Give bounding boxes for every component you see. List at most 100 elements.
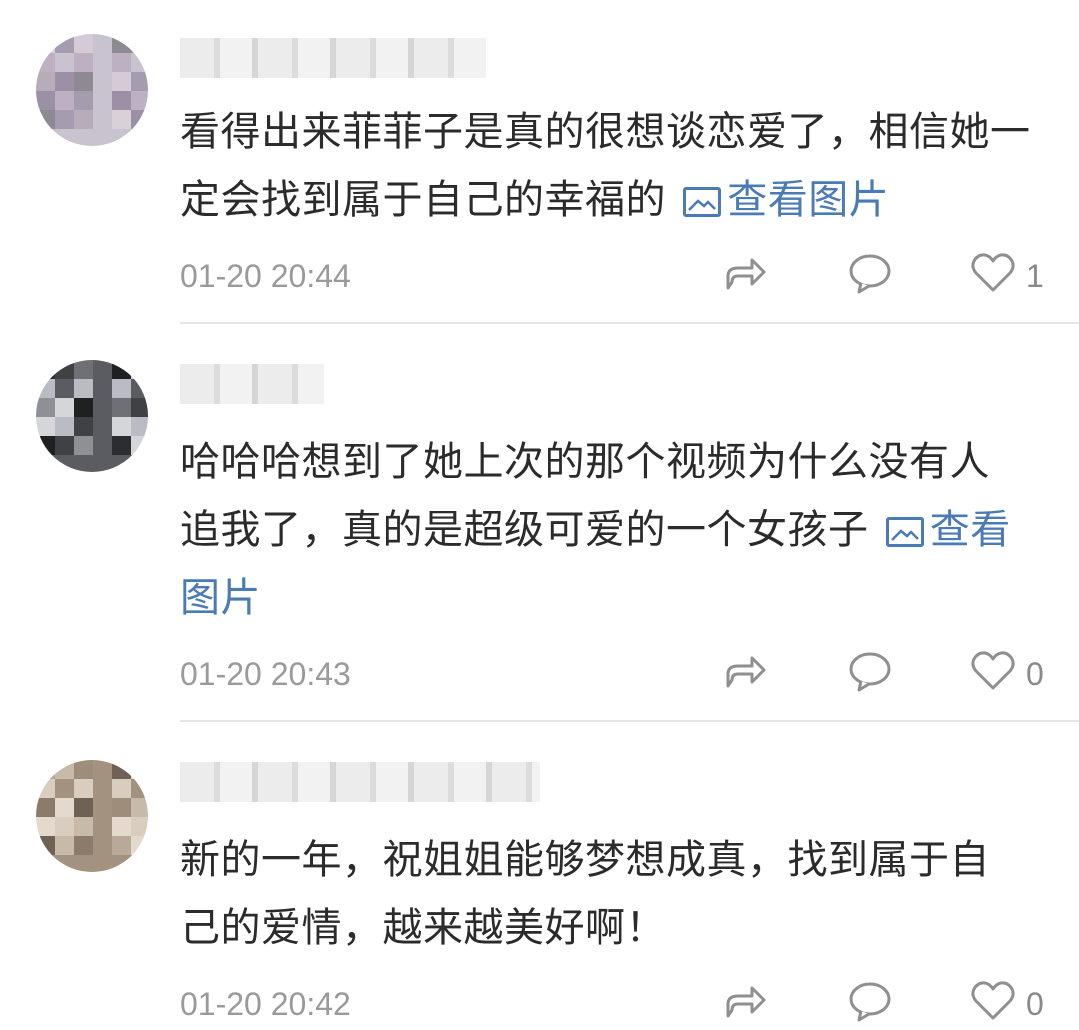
username-blurred[interactable]	[180, 38, 486, 78]
avatar-pixel	[131, 398, 148, 417]
avatar-pixel	[131, 779, 148, 798]
avatar-pixel	[131, 91, 148, 110]
avatar-pixel	[74, 360, 93, 379]
avatar-pixel	[36, 360, 55, 379]
like-count: 0	[1026, 656, 1044, 692]
avatar-pixel	[55, 779, 74, 798]
avatar-pixel	[112, 836, 131, 855]
share-icon[interactable]	[722, 978, 768, 1028]
comment-text: 哈哈哈想到了她上次的那个视频为什么没有人追我了，真的是超级可爱的一个女孩子 查看…	[180, 428, 1020, 632]
share-icon[interactable]	[722, 648, 768, 698]
avatar-pixel	[93, 817, 112, 836]
view-image-label: 查看图片	[727, 177, 890, 223]
avatar-pixel	[131, 760, 148, 779]
avatar-pixel	[36, 798, 55, 817]
avatar-pixel	[74, 855, 93, 872]
like-icon[interactable]	[970, 250, 1016, 300]
avatar-pixel	[93, 72, 112, 91]
avatar-pixel	[131, 129, 148, 146]
avatar-pixel	[93, 129, 112, 146]
avatar-pixel	[55, 417, 74, 436]
avatar[interactable]	[36, 360, 148, 472]
username-blurred[interactable]	[180, 762, 540, 802]
avatar-pixel	[55, 72, 74, 91]
avatar-pixel	[36, 760, 55, 779]
avatar-pixel	[131, 379, 148, 398]
avatar-pixel	[74, 110, 93, 129]
avatar-pixel	[36, 379, 55, 398]
avatar-pixel	[74, 817, 93, 836]
reply-icon[interactable]	[847, 978, 893, 1028]
avatar-pixel	[112, 855, 131, 872]
view-image-link[interactable]: 查看图片	[679, 177, 889, 223]
avatar-pixel	[112, 817, 131, 836]
avatar-pixel	[112, 398, 131, 417]
comment-text: 看得出来菲菲子是真的很想谈恋爱了，相信她一定会找到属于自己的幸福的 查看图片	[180, 98, 1040, 234]
like-icon[interactable]	[970, 648, 1016, 698]
avatar[interactable]	[36, 760, 148, 872]
avatar-pixel	[55, 398, 74, 417]
avatar-pixel	[131, 417, 148, 436]
comment-body: 哈哈哈想到了她上次的那个视频为什么没有人追我了，真的是超级可爱的一个女孩子	[180, 439, 990, 553]
avatar-pixel	[36, 417, 55, 436]
comment-meta: 01-20 20:43 0	[0, 648, 1079, 698]
avatar-pixel	[55, 760, 74, 779]
avatar-pixel	[74, 72, 93, 91]
avatar-pixel	[36, 91, 55, 110]
image-icon	[885, 517, 924, 547]
avatar-pixel	[74, 91, 93, 110]
avatar-pixel	[112, 379, 131, 398]
avatar-pixel	[74, 455, 93, 472]
avatar-pixel	[74, 398, 93, 417]
avatar-pixel	[93, 91, 112, 110]
comment-time: 01-20 20:43	[180, 656, 351, 692]
reply-icon[interactable]	[847, 250, 893, 300]
avatar-pixel	[93, 779, 112, 798]
avatar-pixel	[36, 110, 55, 129]
avatar-pixel	[55, 379, 74, 398]
comment-time: 01-20 20:44	[180, 258, 351, 294]
avatar[interactable]	[36, 34, 148, 146]
avatar-pixel	[74, 417, 93, 436]
avatar-pixel	[55, 91, 74, 110]
divider	[180, 720, 1079, 722]
avatar-pixel	[55, 436, 74, 455]
share-icon[interactable]	[722, 250, 768, 300]
avatar-pixel	[93, 436, 112, 455]
avatar-pixel	[93, 855, 112, 872]
image-icon	[683, 187, 722, 217]
avatar-pixel	[36, 455, 55, 472]
avatar-pixel	[74, 798, 93, 817]
avatar-pixel	[74, 779, 93, 798]
reply-icon[interactable]	[847, 648, 893, 698]
avatar-pixel	[131, 798, 148, 817]
avatar-pixel	[112, 798, 131, 817]
divider	[180, 322, 1079, 324]
avatar-pixel	[74, 34, 93, 53]
avatar-pixel	[55, 34, 74, 53]
avatar-pixel	[55, 53, 74, 72]
username-blurred[interactable]	[180, 364, 324, 404]
avatar-pixel	[55, 817, 74, 836]
avatar-pixel	[36, 779, 55, 798]
avatar-pixel	[112, 91, 131, 110]
avatar-pixel	[93, 836, 112, 855]
like-icon[interactable]	[970, 978, 1016, 1028]
avatar-pixel	[55, 455, 74, 472]
avatar-pixel	[55, 360, 74, 379]
comment-meta: 01-20 20:42 0	[0, 978, 1079, 1028]
avatar-pixel	[131, 436, 148, 455]
avatar-pixel	[112, 129, 131, 146]
comment-time: 01-20 20:42	[180, 986, 351, 1022]
avatar-pixel	[93, 110, 112, 129]
avatar-pixel	[74, 53, 93, 72]
avatar-pixel	[131, 110, 148, 129]
avatar-pixel	[112, 34, 131, 53]
avatar-pixel	[93, 760, 112, 779]
comment-text: 新的一年，祝姐姐能够梦想成真，找到属于自己的爱情，越来越美好啊！	[180, 826, 1030, 962]
avatar-pixel	[93, 53, 112, 72]
comment-body: 看得出来菲菲子是真的很想谈恋爱了，相信她一定会找到属于自己的幸福的	[180, 109, 1031, 223]
avatar-pixel	[55, 129, 74, 146]
avatar-pixel	[131, 360, 148, 379]
comment-meta: 01-20 20:44 1	[0, 250, 1079, 300]
